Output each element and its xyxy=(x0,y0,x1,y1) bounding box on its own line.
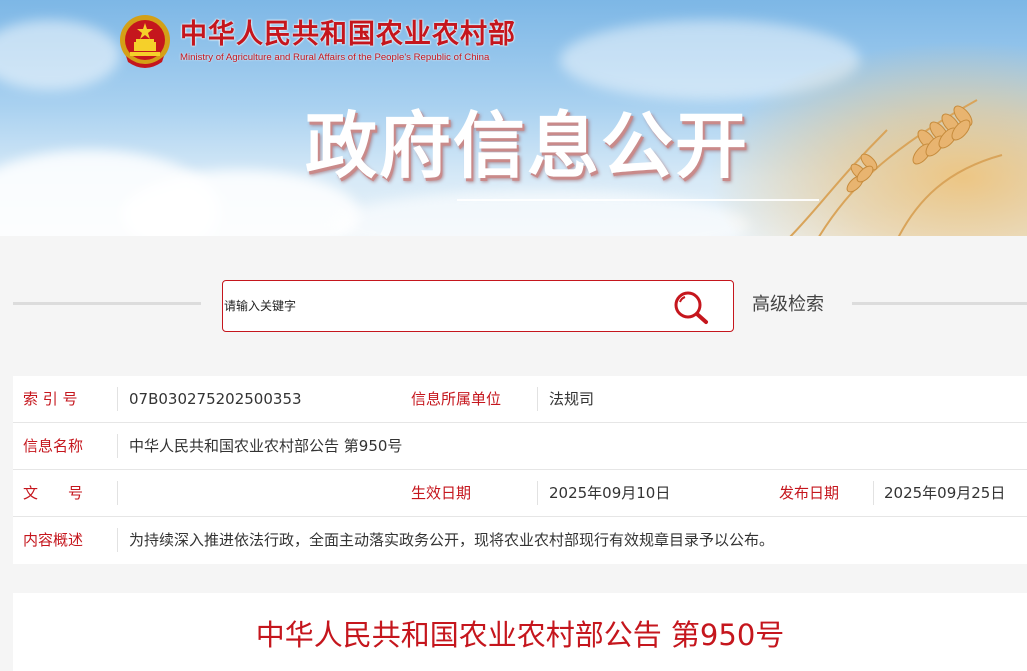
search-input[interactable] xyxy=(223,281,653,331)
ministry-name-cn: 中华人民共和国农业农村部 xyxy=(180,19,516,50)
search-button[interactable] xyxy=(671,289,711,325)
header-banner: 中华人民共和国农业农村部 Ministry of Agriculture and… xyxy=(0,0,1027,236)
ministry-logo[interactable]: 中华人民共和国农业农村部 Ministry of Agriculture and… xyxy=(118,12,516,70)
cell-divider xyxy=(873,481,874,505)
effective-date-label: 生效日期 xyxy=(411,484,472,502)
publish-date-value: 2025年09月25日 xyxy=(884,484,1006,502)
name-label: 信息名称 xyxy=(23,437,84,455)
cell-divider xyxy=(117,434,118,458)
dept-label: 信息所属单位 xyxy=(411,390,502,408)
docno-label: 文 号 xyxy=(23,484,84,502)
info-row: 文 号 生效日期 2025年09月10日 发布日期 2025年09月25日 xyxy=(13,470,1027,517)
name-value: 中华人民共和国农业农村部公告 第950号 xyxy=(129,437,403,455)
divider-left xyxy=(13,302,201,305)
article-body: 中华人民共和国农业农村部公告 第950号 xyxy=(13,593,1027,671)
search-box xyxy=(222,280,734,332)
summary-value: 为持续深入推进依法行政，全面主动落实政务公开，现将农业农村部现行有效规章目录予以… xyxy=(129,531,775,549)
summary-label: 内容概述 xyxy=(23,531,84,549)
cell-divider xyxy=(537,481,538,505)
banner-divider xyxy=(457,199,819,201)
ministry-name-en: Ministry of Agriculture and Rural Affair… xyxy=(180,52,490,63)
national-emblem-icon xyxy=(120,15,170,68)
cloud-decoration xyxy=(0,20,120,90)
banner-title: 政府信息公开 xyxy=(305,104,750,188)
info-row: 内容概述 为持续深入推进依法行政，全面主动落实政务公开，现将农业农村部现行有效规… xyxy=(13,517,1027,564)
cell-divider xyxy=(537,387,538,411)
dept-value: 法规司 xyxy=(549,390,595,408)
publish-date-label: 发布日期 xyxy=(779,484,840,502)
cell-divider xyxy=(117,528,118,552)
wheat-illustration xyxy=(789,99,1003,236)
divider-right xyxy=(852,302,1027,305)
cloud-decoration xyxy=(330,190,750,236)
search-section: 高级检索 xyxy=(0,236,1027,360)
cell-divider xyxy=(117,387,118,411)
search-icon xyxy=(674,291,708,324)
info-row: 信息名称 中华人民共和国农业农村部公告 第950号 xyxy=(13,423,1027,470)
info-row: 索 引 号 07B030275202500353 信息所属单位 法规司 xyxy=(13,376,1027,423)
article-title: 中华人民共和国农业农村部公告 第950号 xyxy=(255,618,785,652)
cell-divider xyxy=(117,481,118,505)
advanced-search-link[interactable]: 高级检索 xyxy=(752,294,824,316)
info-table: 索 引 号 07B030275202500353 信息所属单位 法规司 信息名称… xyxy=(13,376,1027,564)
index-label: 索 引 号 xyxy=(23,390,78,408)
effective-date-value: 2025年09月10日 xyxy=(549,484,671,502)
index-value: 07B030275202500353 xyxy=(129,390,302,408)
